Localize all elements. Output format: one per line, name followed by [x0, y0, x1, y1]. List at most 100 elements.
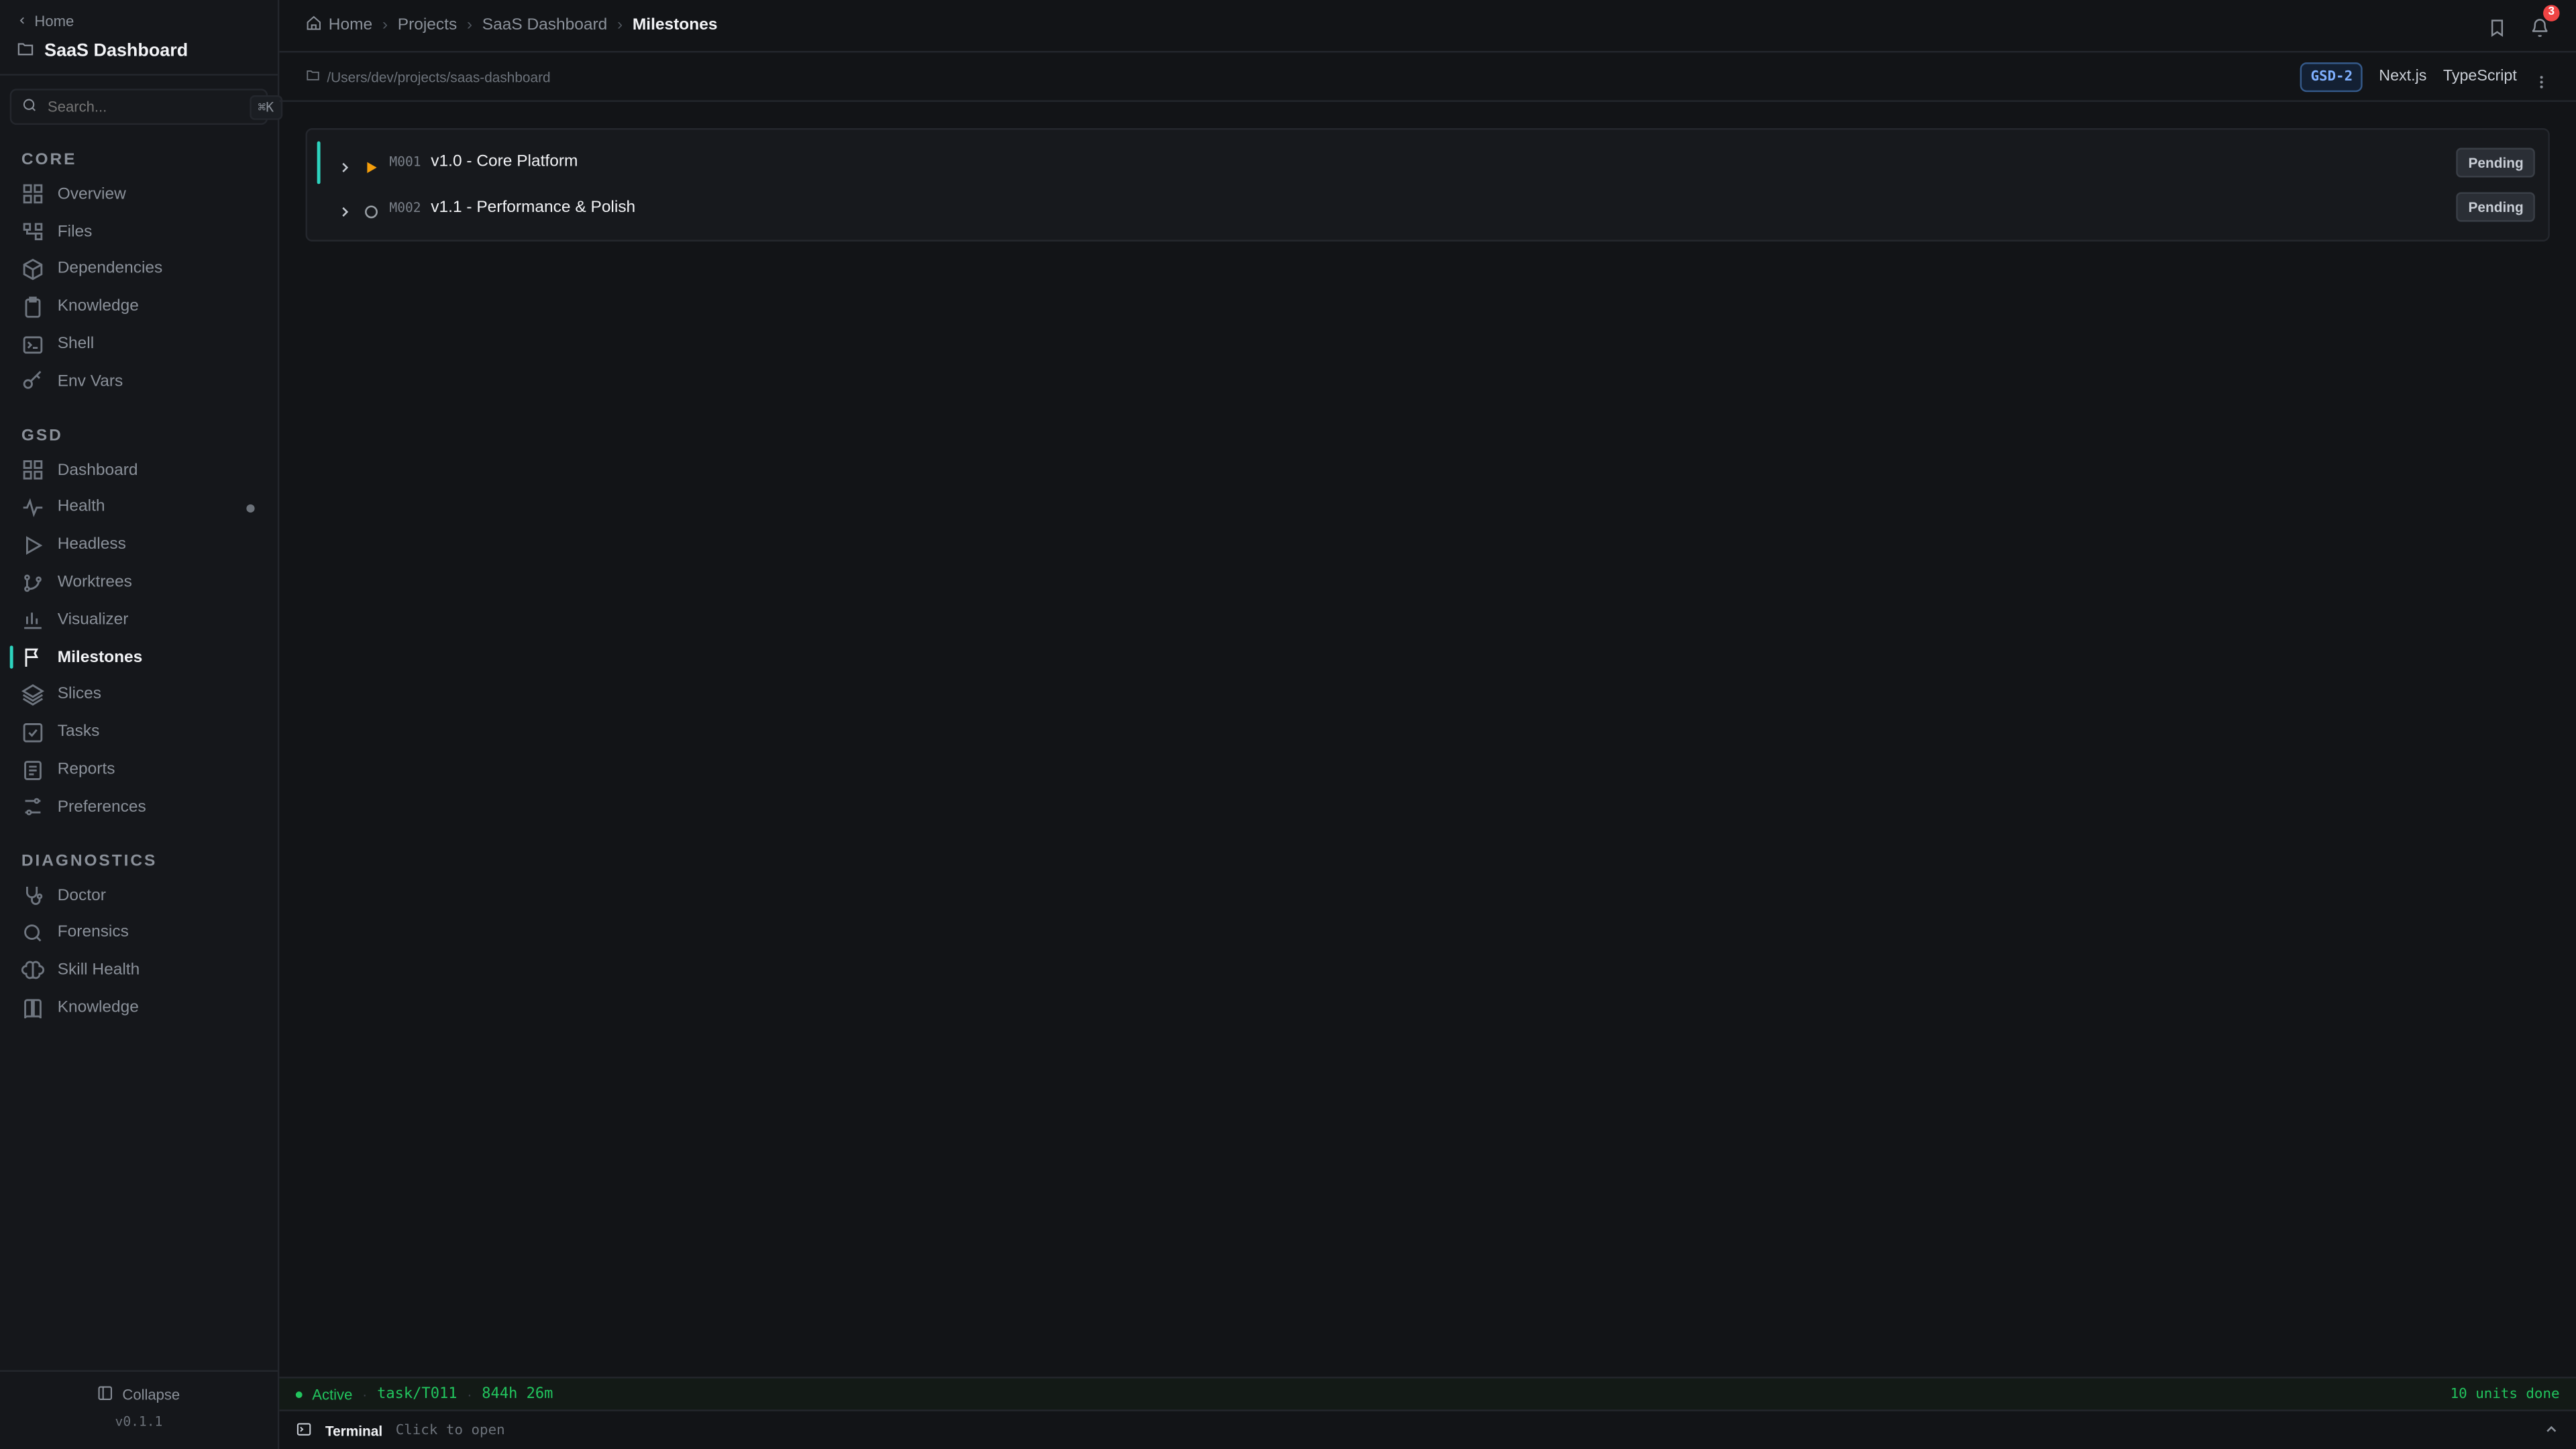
play-icon: [363, 154, 379, 173]
git-branch-icon: [21, 571, 44, 594]
sidebar-item-label: Reports: [57, 761, 115, 779]
milestone-row[interactable]: M002 v1.1 - Performance & Polish Pending: [321, 185, 2535, 230]
chevron-up-icon: [2543, 1415, 2559, 1444]
section-title: CORE: [21, 151, 77, 170]
project-name: SaaS Dashboard: [44, 41, 189, 61]
project-id-badge[interactable]: GSD-2: [2300, 61, 2363, 91]
sidebar-item-knowledge[interactable]: Knowledge: [0, 288, 278, 326]
app-version: v0.1.1: [115, 1414, 163, 1430]
terminal-expand-button[interactable]: [2543, 1415, 2559, 1445]
project-pathbar: /Users/dev/projects/saas-dashboard GSD-2…: [279, 52, 2576, 102]
breadcrumb-separator: ›: [466, 16, 473, 35]
sidebar-item-visualizer[interactable]: Visualizer: [0, 601, 278, 639]
sidebar-item-env-vars[interactable]: Env Vars: [0, 363, 278, 400]
notifications-badge: 3: [2543, 4, 2560, 21]
sidebar-item-knowledge-diagnostics[interactable]: Knowledge: [0, 989, 278, 1027]
terminal-bar[interactable]: Terminal Click to open: [279, 1409, 2576, 1449]
sidebar-item-label: Dependencies: [57, 260, 163, 279]
sidebar-item-label: Env Vars: [57, 372, 123, 391]
sidebar: Home SaaS Dashboard ⌘K CORE Overview: [0, 0, 282, 1449]
project-tags: GSD-2 Next.js TypeScript: [2300, 61, 2550, 91]
chevron-right-icon[interactable]: [337, 154, 353, 172]
breadcrumb-project[interactable]: SaaS Dashboard: [482, 16, 608, 34]
section-title: DIAGNOSTICS: [21, 852, 158, 871]
package-icon: [21, 258, 44, 280]
terminal-icon: [21, 333, 44, 356]
sidebar-item-shell[interactable]: Shell: [0, 325, 278, 363]
status-state: Active: [312, 1385, 353, 1403]
search-icon: [21, 97, 38, 116]
clipboard-icon: [21, 295, 44, 318]
status-task[interactable]: task/T011: [377, 1386, 457, 1402]
sidebar-item-doctor[interactable]: Doctor: [0, 877, 278, 914]
bookmark-button[interactable]: [2487, 15, 2507, 36]
sidebar-item-health[interactable]: Health: [0, 489, 278, 527]
sidebar-item-overview[interactable]: Overview: [0, 176, 278, 213]
sidebar-item-label: Shell: [57, 335, 95, 354]
flag-icon: [21, 646, 44, 669]
milestone-row[interactable]: M001 v1.0 - Core Platform Pending: [317, 140, 2535, 184]
grid-icon: [21, 183, 44, 206]
book-icon: [21, 996, 44, 1019]
sidebar-item-headless[interactable]: Headless: [0, 527, 278, 564]
home-icon: [306, 15, 322, 36]
terminal-left: Terminal Click to open: [296, 1415, 505, 1445]
main-panel: Home › Projects › SaaS Dashboard › Miles…: [279, 0, 2576, 1449]
sliders-icon: [21, 796, 44, 818]
sidebar-item-tasks[interactable]: Tasks: [0, 714, 278, 751]
status-separator: ·: [362, 1385, 368, 1403]
sidebar-footer: Collapse v0.1.1: [0, 1370, 278, 1449]
sidebar-item-dashboard[interactable]: Dashboard: [0, 451, 278, 489]
sidebar-item-label: Slices: [57, 686, 102, 704]
circle-icon: [363, 199, 379, 219]
sidebar-item-label: Doctor: [57, 886, 106, 905]
stethoscope-icon: [21, 884, 44, 907]
sidebar-item-worktrees[interactable]: Worktrees: [0, 564, 278, 601]
sidebar-item-reports[interactable]: Reports: [0, 751, 278, 789]
sidebar-item-skill-health[interactable]: Skill Health: [0, 952, 278, 989]
milestone-title: v1.1 - Performance & Polish: [431, 198, 636, 217]
status-elapsed: 844h 26m: [482, 1385, 553, 1403]
key-icon: [21, 370, 44, 393]
search-box[interactable]: ⌘K: [9, 89, 282, 125]
chevron-right-icon[interactable]: [337, 199, 353, 217]
arrow-left-icon: [16, 13, 28, 30]
sidebar-item-label: Overview: [57, 185, 126, 204]
status-badge: Pending: [2457, 193, 2535, 223]
breadcrumb-home[interactable]: Home: [306, 15, 373, 36]
project-title[interactable]: SaaS Dashboard: [16, 40, 261, 62]
search-shortcut: ⌘K: [250, 94, 282, 119]
breadcrumb-separator: ›: [617, 16, 623, 35]
sidebar-item-forensics[interactable]: Forensics: [0, 914, 278, 952]
milestones-content: M001 v1.0 - Core Platform Pending M002 v…: [279, 102, 2576, 268]
breadcrumb-label: Home: [328, 16, 373, 35]
collapse-button[interactable]: Collapse: [98, 1385, 180, 1405]
milestone-title: v1.0 - Core Platform: [431, 153, 578, 172]
units-done: 10 units done: [2450, 1385, 2560, 1403]
activity-icon: [21, 496, 44, 519]
brain-icon: [21, 959, 45, 982]
sidebar-header: Home SaaS Dashboard: [0, 0, 278, 76]
breadcrumb-projects[interactable]: Projects: [398, 16, 457, 34]
health-status-dot: [246, 503, 255, 513]
sidebar-item-preferences[interactable]: Preferences: [0, 788, 278, 826]
check-square-icon: [21, 720, 44, 743]
search-icon: [21, 922, 44, 945]
section-gsd: GSD Dashboard Health Headless Worktrees …: [0, 427, 278, 826]
folder-icon: [16, 40, 34, 62]
active-dot: [295, 1391, 303, 1397]
sidebar-item-files[interactable]: Files: [0, 213, 278, 251]
breadcrumb: Home › Projects › SaaS Dashboard › Miles…: [306, 15, 717, 36]
sidebar-item-milestones[interactable]: Milestones: [0, 639, 278, 676]
report-icon: [21, 758, 44, 781]
terminal-icon: [296, 1415, 312, 1445]
sidebar-item-label: Knowledge: [57, 297, 139, 316]
bar-chart-icon: [21, 608, 44, 631]
sidebar-item-dependencies[interactable]: Dependencies: [0, 251, 278, 288]
back-home-link[interactable]: Home: [16, 13, 261, 30]
search-input[interactable]: [48, 98, 240, 115]
more-options-button[interactable]: [2533, 68, 2549, 88]
notifications-button[interactable]: 3: [2530, 4, 2560, 36]
sidebar-item-label: Visualizer: [57, 610, 129, 629]
sidebar-item-slices[interactable]: Slices: [0, 676, 278, 714]
